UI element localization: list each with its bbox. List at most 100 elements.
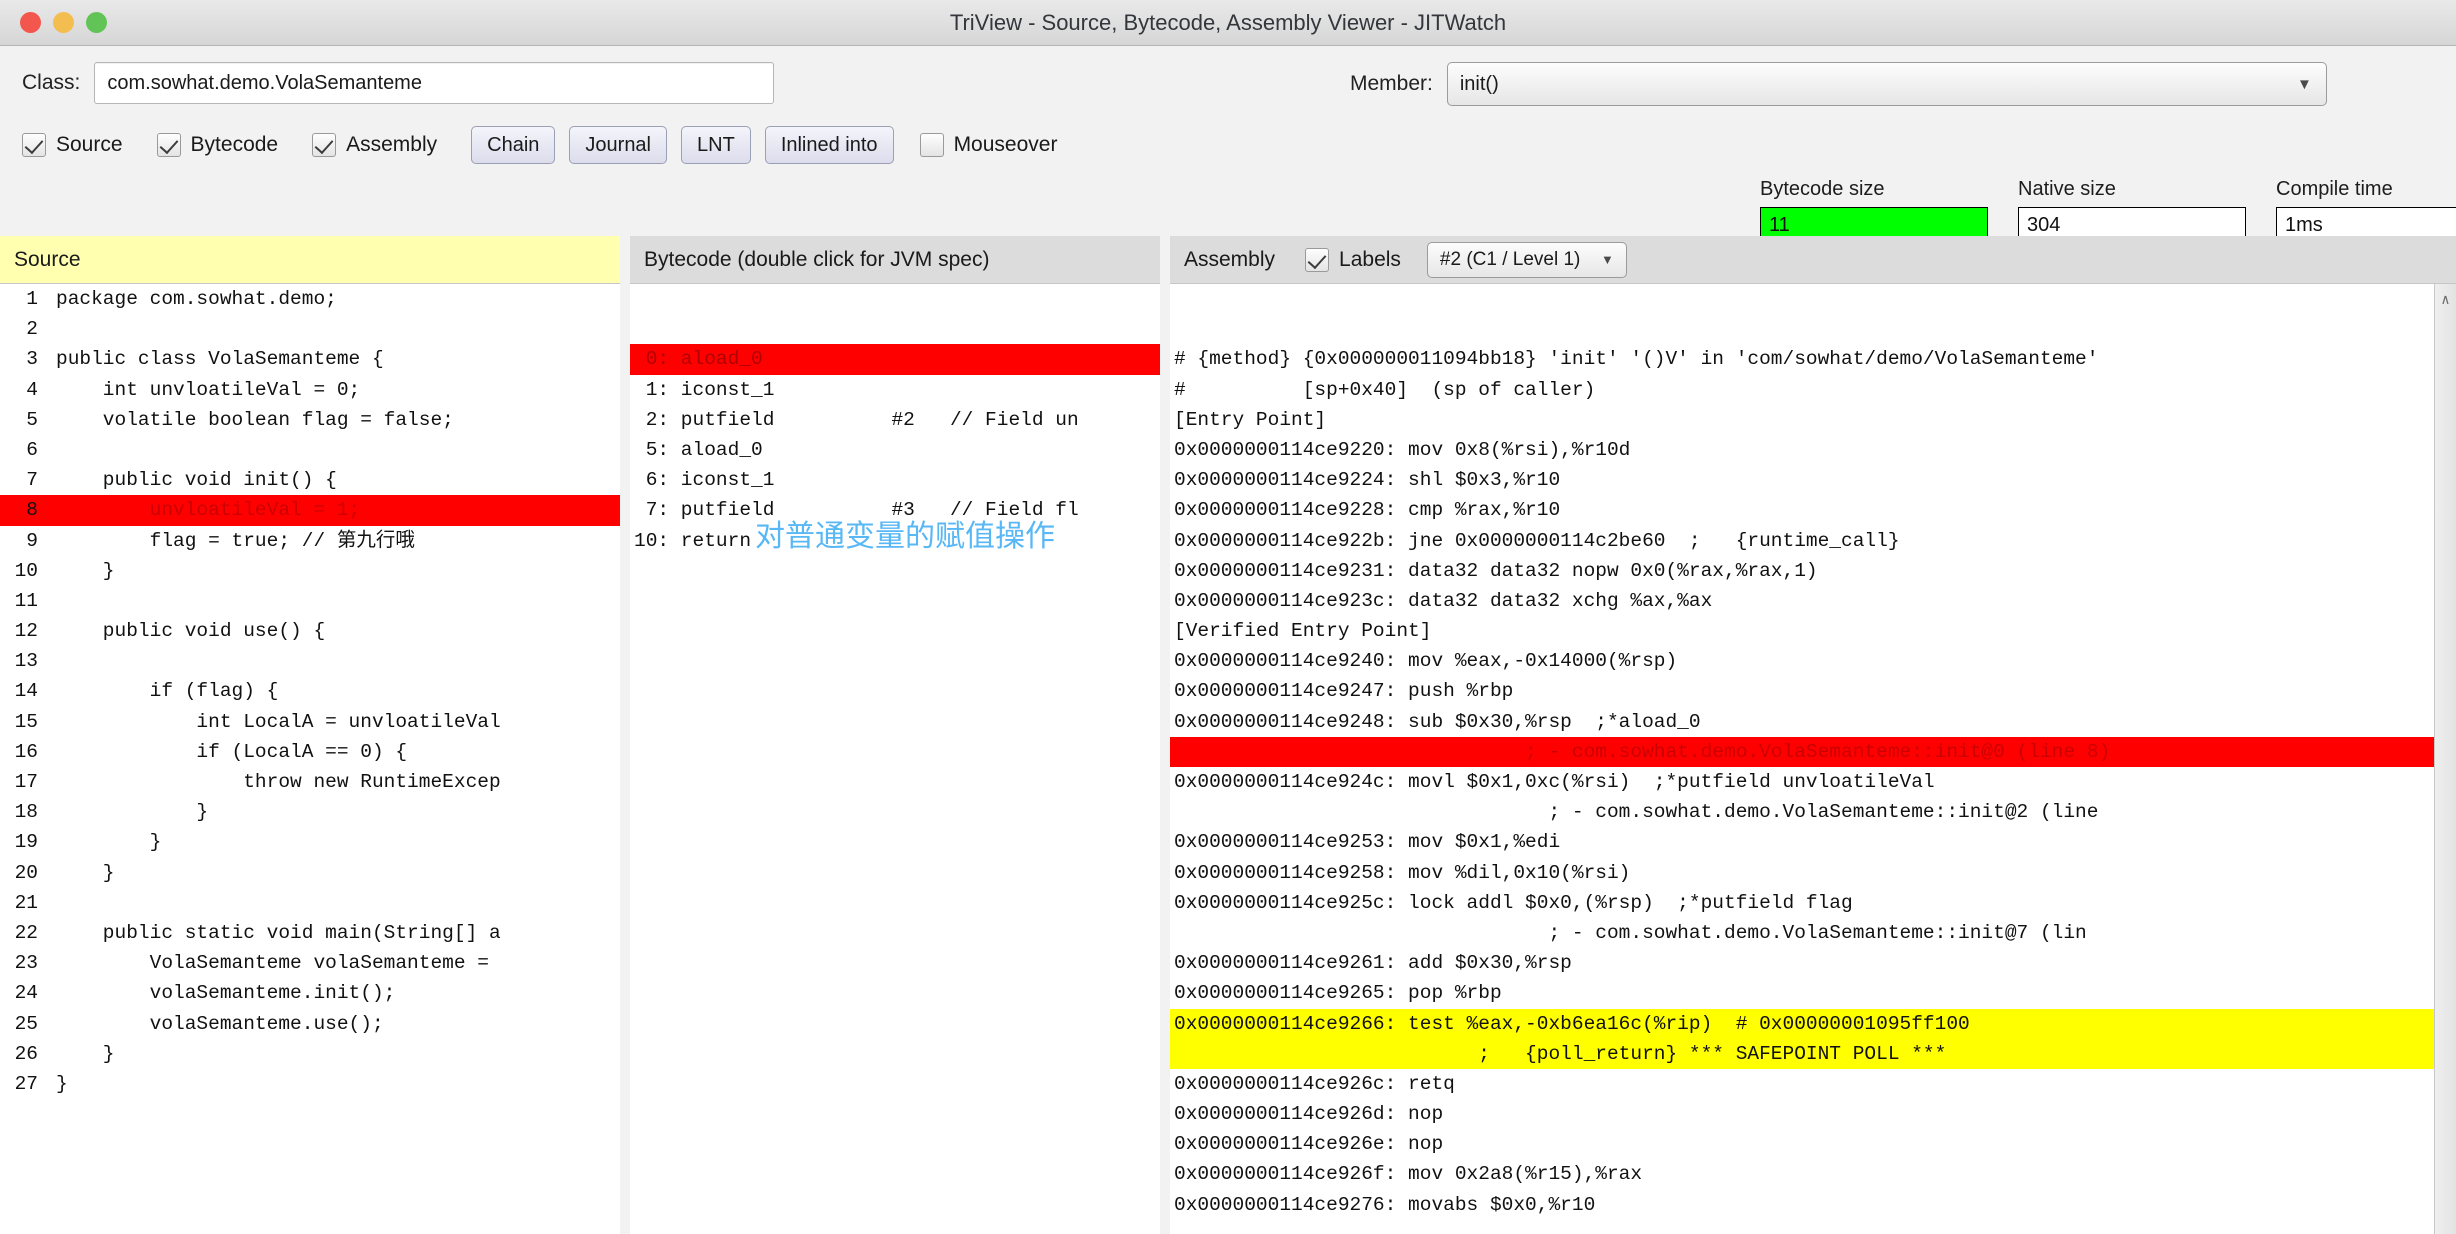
source-line[interactable]: 6 [0,435,620,465]
checkbox-mouseover-box [919,133,944,157]
assembly-line[interactable]: 0x0000000114ce924c: movl $0x1,0xc(%rsi) … [1170,767,2456,797]
assembly-line[interactable]: 0x0000000114ce9266: test %eax,-0xb6ea16c… [1170,1008,2456,1039]
assembly-pane: Assembly Labels #2 (C1 / Level 1) ▼ # {m… [1170,236,2456,1234]
source-line[interactable]: 4 int unvloatileVal = 0; [0,375,620,405]
assembly-line[interactable]: 0x0000000114ce926d: nop [1170,1099,2456,1129]
assembly-line[interactable]: 0x0000000114ce9220: mov 0x8(%rsi),%r10d [1170,435,2456,465]
checkbox-source[interactable]: Source [22,133,123,157]
assembly-line[interactable]: [Verified Entry Point] [1170,616,2456,646]
chain-button[interactable]: Chain [471,126,556,164]
checkbox-assembly[interactable]: Assembly [312,133,437,157]
assembly-line[interactable]: ; - com.sowhat.demo.VolaSemanteme::init@… [1170,918,2456,948]
source-line[interactable]: 22 public static void main(String[] a [0,918,620,948]
source-line[interactable]: 23 VolaSemanteme volaSemanteme = [0,948,620,978]
assembly-line[interactable]: 0x0000000114ce926e: nop [1170,1129,2456,1159]
splitter-bytecode-assembly[interactable] [1160,236,1170,1234]
source-line[interactable]: 9 flag = true; // 第九行哦 [0,526,620,556]
assembly-line[interactable]: [Entry Point] [1170,405,2456,435]
checkbox-labels[interactable]: Labels [1305,247,1401,272]
bytecode-line[interactable]: 2: putfield #2 // Field un [630,405,1160,435]
line-number: 27 [14,1072,38,1095]
checkbox-bytecode[interactable]: Bytecode [156,133,278,157]
assembly-line[interactable]: 0x0000000114ce9228: cmp %rax,%r10 [1170,495,2456,525]
assembly-line[interactable]: 0x0000000114ce926c: retq [1170,1069,2456,1099]
source-line[interactable]: 16 if (LocalA == 0) { [0,737,620,767]
source-line-text: package com.sowhat.demo; [56,288,337,310]
source-line[interactable]: 26 } [0,1039,620,1069]
line-number: 22 [14,921,38,944]
assembly-line[interactable]: 0x0000000114ce9224: shl $0x3,%r10 [1170,465,2456,495]
assembly-vscrollbar[interactable]: ∧ ∨ [2434,284,2456,1234]
source-line[interactable]: 10 } [0,556,620,586]
zoom-button[interactable] [86,12,107,33]
bytecode-line[interactable]: 0: aload_0 [630,344,1160,375]
assembly-line[interactable]: # {method} {0x000000011094bb18} 'init' '… [1170,344,2456,374]
source-line[interactable]: 21 [0,888,620,918]
bytecode-line[interactable]: 1: iconst_1 [630,375,1160,405]
assembly-line[interactable]: 0x0000000114ce923c: data32 data32 xchg %… [1170,586,2456,616]
source-line[interactable]: 12 public void use() { [0,616,620,646]
scroll-up-icon[interactable]: ∧ [2441,286,2449,316]
source-line[interactable]: 11 [0,586,620,616]
line-number: 17 [14,771,38,793]
line-number: 25 [14,1012,38,1035]
source-line[interactable]: 3 public class VolaSemanteme { [0,344,620,374]
member-select[interactable]: init() ▼ [1446,62,2327,106]
line-number: 12 [14,620,38,643]
source-line[interactable]: 18 } [0,797,620,827]
source-line[interactable]: 2 [0,314,620,344]
source-line-text: int unvloatileVal = 0; [56,378,361,401]
source-line[interactable]: 17 throw new RuntimeExcep [0,767,620,797]
assembly-line[interactable]: 0x0000000114ce9231: data32 data32 nopw 0… [1170,556,2456,586]
assembly-line[interactable]: 0x0000000114ce922b: jne 0x0000000114c2be… [1170,526,2456,556]
inlined-into-button[interactable]: Inlined into [764,126,894,164]
assembly-line[interactable]: ; - com.sowhat.demo.VolaSemanteme::init@… [1170,736,2456,768]
source-line[interactable]: 19 } [0,827,620,857]
splitter-source-bytecode[interactable] [620,236,630,1234]
source-line[interactable]: 7 public void init() { [0,465,620,495]
checkbox-mouseover[interactable]: Mouseover [919,133,1057,157]
source-line[interactable]: 20 } [0,858,620,888]
minimize-button[interactable] [53,12,74,33]
assembly-pane-header: Assembly Labels #2 (C1 / Level 1) ▼ [1170,236,2456,284]
assembly-line[interactable]: 0x0000000114ce926f: mov 0x2a8(%r15),%rax [1170,1159,2456,1189]
assembly-line[interactable]: 0x0000000114ce9247: push %rbp [1170,676,2456,706]
source-line-text: throw new RuntimeExcep [56,771,501,793]
source-line[interactable]: 15 int LocalA = unvloatileVal [0,707,620,737]
panes-container: Source 1 package com.sowhat.demo; 2 3 pub… [0,236,2456,1234]
bytecode-code-area[interactable]: 0: aload_0 1: iconst_1 2: putfield #2 //… [630,284,1160,1234]
line-number: 19 [14,831,38,854]
source-line-text: public void use() { [56,620,326,643]
source-line[interactable]: 24 volaSemanteme.init(); [0,978,620,1008]
lnt-button[interactable]: LNT [681,126,751,164]
source-line[interactable]: 14 if (flag) { [0,676,620,706]
assembly-line[interactable]: 0x0000000114ce9265: pop %rbp [1170,978,2456,1008]
line-number: 20 [14,861,38,884]
assembly-code-area[interactable]: # {method} {0x000000011094bb18} 'init' '… [1170,284,2456,1234]
compilation-select[interactable]: #2 (C1 / Level 1) ▼ [1426,241,1627,278]
bytecode-line[interactable]: 5: aload_0 [630,435,1160,465]
assembly-line[interactable]: 0x0000000114ce9261: add $0x30,%rsp [1170,948,2456,978]
source-line[interactable]: 13 [0,646,620,676]
assembly-line[interactable]: ; {poll_return} *** SAFEPOINT POLL *** [1170,1038,2456,1069]
assembly-line[interactable]: # [sp+0x40] (sp of caller) [1170,375,2456,405]
source-line[interactable]: 1 package com.sowhat.demo; [0,284,620,314]
source-line[interactable]: 27 } [0,1069,620,1099]
source-line[interactable]: 8 unvloatileVal = 1; [0,495,620,526]
source-code-area[interactable]: 1 package com.sowhat.demo; 2 3 public cla… [0,284,620,1234]
assembly-line[interactable]: 0x0000000114ce9248: sub $0x30,%rsp ;*alo… [1170,707,2456,737]
assembly-line[interactable]: 0x0000000114ce9253: mov $0x1,%edi [1170,827,2456,857]
assembly-line[interactable]: 0x0000000114ce925c: lock addl $0x0,(%rsp… [1170,888,2456,918]
close-button[interactable] [20,12,41,33]
assembly-line[interactable]: 0x0000000114ce9240: mov %eax,-0x14000(%r… [1170,646,2456,676]
metric-bytecode-size-label: Bytecode size [1760,178,1885,200]
assembly-line[interactable]: ; - com.sowhat.demo.VolaSemanteme::init@… [1170,797,2456,827]
metric-compile-time: Compile time 1ms [2276,178,2456,243]
bytecode-line[interactable]: 6: iconst_1 [630,465,1160,495]
class-input[interactable]: com.sowhat.demo.VolaSemanteme [94,62,775,104]
journal-button[interactable]: Journal [569,126,668,164]
assembly-line[interactable]: 0x0000000114ce9276: movabs $0x0,%r10 [1170,1190,2456,1220]
source-line[interactable]: 5 volatile boolean flag = false; [0,405,620,435]
assembly-line[interactable]: 0x0000000114ce9258: mov %dil,0x10(%rsi) [1170,858,2456,888]
source-line[interactable]: 25 volaSemanteme.use(); [0,1009,620,1039]
